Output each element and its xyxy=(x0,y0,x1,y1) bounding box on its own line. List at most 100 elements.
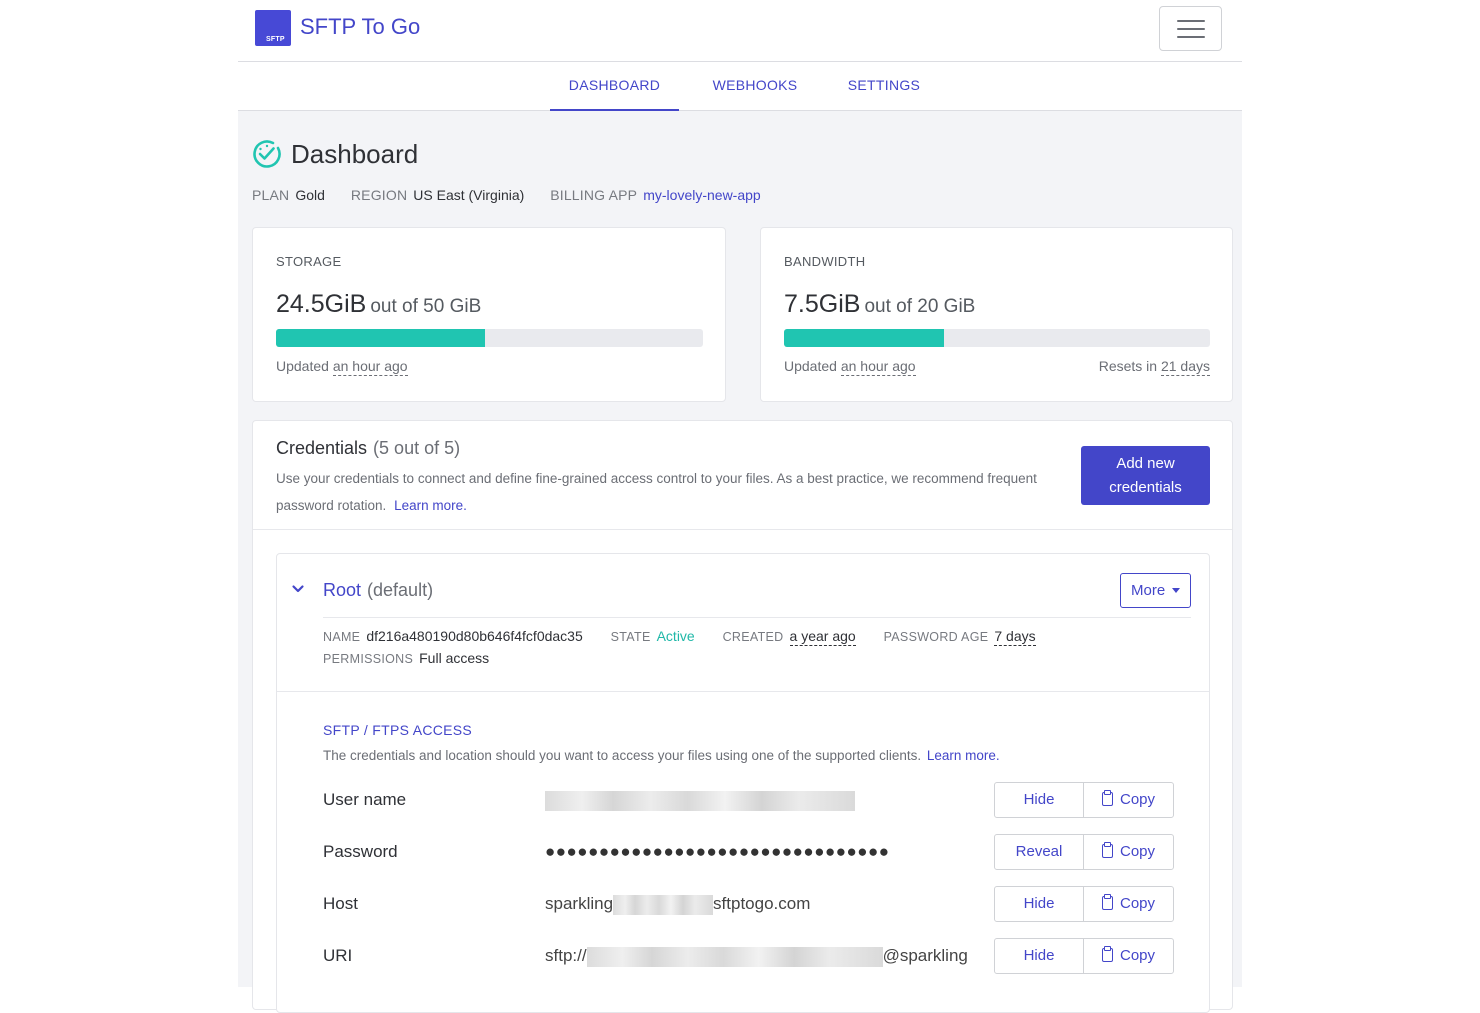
uri-field-row: URI sftp:// @sparkling Hide Copy xyxy=(323,938,1175,974)
uri-hide-button[interactable]: Hide xyxy=(995,939,1084,973)
password-age-value: 7 days xyxy=(994,628,1036,646)
state-value: Active xyxy=(656,628,695,644)
speedometer-check-icon xyxy=(253,140,281,168)
storage-usage: 24.5GiB out of 50 GiB xyxy=(276,290,481,319)
logo-text: SFTP xyxy=(266,36,285,43)
main-content: Dashboard PLAN Gold REGION US East (Virgin… xyxy=(238,111,1242,1013)
root-header-divider xyxy=(323,617,1191,618)
storage-updated: Updated an hour ago xyxy=(276,358,408,376)
bandwidth-label: BANDWIDTH xyxy=(784,254,866,269)
host-field-row: Host sparkling sftptogo.com Hide Copy xyxy=(323,886,1175,922)
storage-total: out of 50 GiB xyxy=(370,296,482,317)
password-field-row: Password ●●●●●●●●●●●●●●●●●●●●●●●●●●●●●●●… xyxy=(323,834,1175,870)
plan-label: PLAN xyxy=(252,187,290,203)
clipboard-icon xyxy=(1101,842,1113,858)
hamburger-menu-icon[interactable] xyxy=(1159,6,1222,51)
root-credential-title[interactable]: Root (default) xyxy=(323,580,433,601)
permissions-value: Full access xyxy=(419,650,490,666)
username-value xyxy=(545,790,855,811)
clipboard-icon xyxy=(1101,946,1113,962)
state-label: STATE xyxy=(610,630,651,644)
username-copy-button[interactable]: Copy xyxy=(1084,783,1173,817)
host-value-suffix: sftptogo.com xyxy=(713,894,811,913)
bandwidth-resets-prefix: Resets in xyxy=(1098,358,1158,374)
root-title-text: Root xyxy=(323,580,362,600)
storage-progress-bar xyxy=(276,329,703,347)
more-button-label: More xyxy=(1131,582,1166,599)
brand-name[interactable]: SFTP To Go xyxy=(300,14,420,40)
uri-value: sftp:// @sparkling xyxy=(545,946,968,967)
redacted-uri xyxy=(586,946,883,967)
sftp-access-section-label: SFTP / FTPS ACCESS xyxy=(323,722,473,738)
name-value: df216a480190d80b646f4fcf0dac35 xyxy=(366,628,583,644)
root-credential-panel: Root (default) More NAME df216a480190d80b6… xyxy=(276,553,1210,1013)
uri-value-suffix: @sparkling xyxy=(882,946,968,965)
password-actions: Reveal Copy xyxy=(994,834,1174,870)
root-details-row: NAME df216a480190d80b646f4fcf0dac35 STATE… xyxy=(323,628,1060,646)
uri-label: URI xyxy=(323,946,353,965)
clipboard-icon xyxy=(1101,790,1113,806)
app-window: SFTP SFTP To Go DASHBOARD WEBHOOKS SETTI… xyxy=(238,0,1242,1013)
password-reveal-button[interactable]: Reveal xyxy=(995,835,1084,869)
uri-value-prefix: sftp:// xyxy=(545,946,587,965)
bandwidth-total: out of 20 GiB xyxy=(864,296,976,317)
credentials-count: (5 out of 5) xyxy=(373,438,461,458)
permissions-label: PERMISSIONS xyxy=(323,652,414,666)
password-copy-button[interactable]: Copy xyxy=(1084,835,1173,869)
tab-dashboard[interactable]: DASHBOARD xyxy=(550,62,679,111)
main-tabs: DASHBOARD WEBHOOKS SETTINGS xyxy=(238,62,1242,111)
storage-progress-fill xyxy=(276,329,486,347)
bandwidth-updated-time: an hour ago xyxy=(840,358,916,376)
host-hide-button[interactable]: Hide xyxy=(995,887,1084,921)
more-dropdown-button[interactable]: More xyxy=(1120,573,1191,608)
caret-down-icon xyxy=(1172,588,1180,593)
credentials-title: Credentials (5 out of 5) xyxy=(276,438,460,459)
tab-webhooks[interactable]: WEBHOOKS xyxy=(706,62,804,111)
clipboard-icon xyxy=(1101,894,1113,910)
bandwidth-card: BANDWIDTH 7.5GiB out of 20 GiB Updated an… xyxy=(760,227,1233,402)
sftp-access-description-text: The credentials and location should you … xyxy=(323,748,922,763)
sftp-logo-icon[interactable]: SFTP xyxy=(255,10,291,46)
host-value-prefix: sparkling xyxy=(545,894,614,913)
billing-app-label: BILLING APP xyxy=(550,187,638,203)
password-label: Password xyxy=(323,842,398,861)
bandwidth-resets: Resets in 21 days xyxy=(1098,358,1210,376)
bandwidth-updated-prefix: Updated xyxy=(784,358,837,374)
bandwidth-updated: Updated an hour ago xyxy=(784,358,916,376)
sftp-access-description: The credentials and location should you … xyxy=(323,748,1000,763)
created-label: CREATED xyxy=(722,630,784,644)
tab-settings[interactable]: SETTINGS xyxy=(839,62,929,111)
uri-actions: Hide Copy xyxy=(994,938,1174,974)
username-hide-button[interactable]: Hide xyxy=(995,783,1084,817)
region-label: REGION xyxy=(350,187,408,203)
credentials-learn-more-link[interactable]: Learn more. xyxy=(394,498,467,513)
host-copy-button[interactable]: Copy xyxy=(1084,887,1173,921)
bandwidth-progress-fill xyxy=(784,329,944,347)
bandwidth-resets-time: 21 days xyxy=(1160,358,1210,376)
billing-app-link[interactable]: my-lovely-new-app xyxy=(643,187,760,203)
username-copy-label: Copy xyxy=(1119,791,1156,808)
username-label: User name xyxy=(323,790,407,809)
credentials-divider xyxy=(253,529,1232,530)
root-permissions-row: PERMISSIONS Full access xyxy=(323,650,513,666)
uri-copy-label: Copy xyxy=(1119,947,1156,964)
top-navbar: SFTP SFTP To Go xyxy=(238,0,1242,62)
bandwidth-usage: 7.5GiB out of 20 GiB xyxy=(784,290,975,319)
storage-updated-prefix: Updated xyxy=(276,358,329,374)
credentials-description-text: Use your credentials to connect and defi… xyxy=(276,471,1037,513)
credentials-description: Use your credentials to connect and defi… xyxy=(276,465,1056,519)
bandwidth-progress-bar xyxy=(784,329,1210,347)
plan-meta-row: PLAN Gold REGION US East (Virginia) BILLIN… xyxy=(252,187,761,203)
redacted-username xyxy=(545,790,855,811)
storage-updated-time: an hour ago xyxy=(332,358,408,376)
add-new-credentials-button[interactable]: Add new credentials xyxy=(1081,446,1210,505)
password-age-label: PASSWORD AGE xyxy=(883,630,989,644)
uri-copy-button[interactable]: Copy xyxy=(1084,939,1173,973)
region-value: US East (Virginia) xyxy=(413,187,525,203)
sftp-access-learn-more-link[interactable]: Learn more. xyxy=(927,748,1000,763)
host-copy-label: Copy xyxy=(1119,895,1156,912)
username-actions: Hide Copy xyxy=(994,782,1174,818)
root-default-tag: (default) xyxy=(367,580,434,600)
credentials-card: Credentials (5 out of 5) Use your credent… xyxy=(252,420,1233,1013)
chevron-down-icon[interactable] xyxy=(291,582,305,596)
